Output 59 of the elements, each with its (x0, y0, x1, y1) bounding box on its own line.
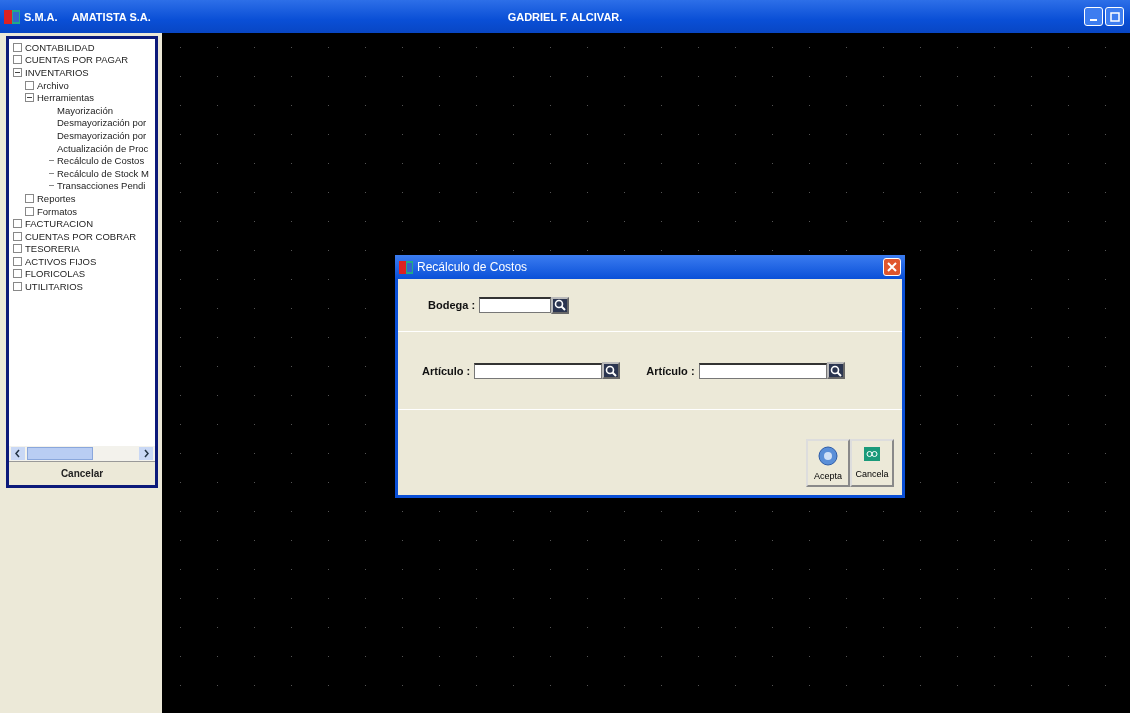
tree-toggle-icon[interactable] (25, 93, 34, 103)
close-button[interactable] (883, 258, 901, 276)
tree-line-icon (49, 159, 54, 163)
accept-button[interactable]: Acepta (806, 439, 850, 487)
tree-toggle-icon[interactable] (13, 68, 22, 77)
menu-item[interactable]: UTILITARIOS (25, 281, 83, 293)
user-name: GADRIEL F. ALCIVAR. (507, 10, 623, 23)
search-icon (554, 299, 567, 311)
company-name: AMATISTA S.A. (71, 10, 151, 23)
dialog-title: Recálculo de Costos (417, 260, 528, 274)
menu-item[interactable]: Recálculo de Stock M (57, 167, 149, 179)
menu-item[interactable]: ACTIVOS FIJOS (25, 255, 97, 267)
menu-item[interactable]: Desmayorización por (57, 129, 147, 141)
menu-item[interactable]: Herramientas (37, 92, 95, 104)
menu-item[interactable]: CONTABILIDAD (25, 41, 95, 53)
search-button[interactable] (826, 362, 845, 379)
scroll-left-icon[interactable] (11, 447, 25, 460)
app-logo-icon (4, 9, 20, 24)
article-to-input[interactable] (698, 362, 827, 379)
tree-line-icon (49, 184, 54, 188)
cancel-button[interactable]: Cancelar (9, 461, 155, 485)
menu-item[interactable]: Reportes (37, 192, 76, 204)
menu-item[interactable]: Desmayorización por (57, 117, 147, 129)
scrollbar-thumb[interactable] (27, 447, 93, 460)
bodega-label: Bodega : (428, 299, 476, 311)
maximize-button[interactable] (1105, 7, 1124, 26)
disc-icon (818, 445, 838, 466)
menu-item[interactable]: Transacciones Pendi (57, 180, 146, 192)
app-logo-icon (399, 260, 413, 274)
scroll-right-icon[interactable] (139, 447, 153, 460)
minimize-icon (1090, 18, 1097, 21)
search-icon (605, 364, 618, 377)
menu-item[interactable]: FACTURACION (25, 218, 94, 230)
bodega-input[interactable] (479, 297, 552, 313)
menu-item[interactable]: Mayorización (57, 104, 113, 116)
menu-item[interactable]: Recálculo de Costos (57, 155, 145, 167)
menu-item[interactable]: Archivo (37, 79, 69, 91)
minimize-button[interactable] (1084, 7, 1103, 26)
article-from-input[interactable] (474, 362, 603, 379)
tree-line-icon (49, 171, 54, 175)
close-icon (886, 261, 898, 273)
search-button[interactable] (551, 296, 570, 314)
menu-item[interactable]: INVENTARIOS (25, 67, 89, 78)
cancel-icon (864, 447, 880, 461)
app-name: S.M.A. (24, 10, 58, 23)
article-from-label: Artículo : (422, 364, 471, 377)
maximize-icon (1109, 11, 1120, 22)
search-icon (829, 364, 842, 377)
menu-item[interactable]: CUENTAS POR COBRAR (25, 230, 137, 242)
menu-item[interactable]: TESORERIA (25, 243, 80, 255)
search-button[interactable] (602, 362, 621, 379)
menu-item[interactable]: Formatos (37, 205, 78, 217)
menu-item[interactable]: Actualización de Proc (57, 142, 149, 154)
article-to-label: Artículo : (646, 364, 695, 377)
menu-item[interactable]: CUENTAS POR PAGAR (25, 54, 129, 66)
cancel-button[interactable]: Cancela (850, 439, 894, 487)
menu-item[interactable]: FLORICOLAS (25, 268, 86, 280)
tree-toggle-icon[interactable] (25, 80, 34, 90)
horizontal-scrollbar[interactable] (9, 446, 155, 461)
